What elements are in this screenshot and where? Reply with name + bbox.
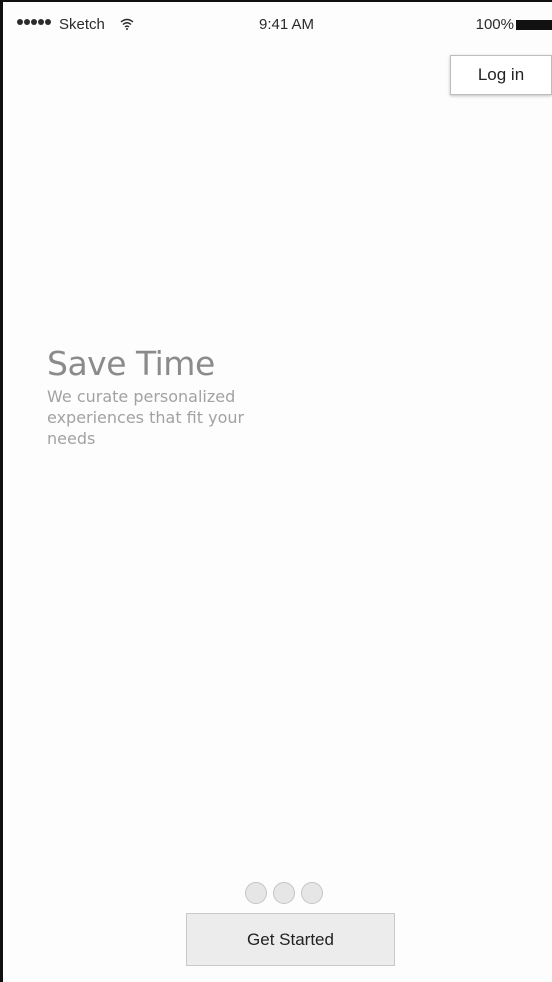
wifi-icon bbox=[120, 17, 134, 33]
get-started-button[interactable]: Get Started bbox=[186, 913, 395, 966]
phone-screen: Sketch 9:41 AM 100% Log in Save Time We … bbox=[0, 0, 552, 982]
page-indicator-dot-3[interactable] bbox=[301, 882, 323, 904]
signal-strength-icon bbox=[17, 19, 51, 25]
status-time: 9:41 AM bbox=[259, 16, 315, 33]
status-bar: Sketch 9:41 AM 100% bbox=[17, 16, 552, 38]
page-indicator-dot-1[interactable] bbox=[245, 882, 267, 904]
battery-percentage: 100% bbox=[475, 16, 514, 33]
battery-icon bbox=[516, 20, 552, 30]
page-indicator[interactable] bbox=[245, 882, 323, 904]
hero-title: Save Time bbox=[47, 344, 215, 383]
hero-description: We curate personalized experiences that … bbox=[47, 387, 245, 448]
carrier-name: Sketch bbox=[59, 16, 105, 33]
login-button[interactable]: Log in bbox=[450, 55, 552, 95]
page-indicator-dot-2[interactable] bbox=[273, 882, 295, 904]
